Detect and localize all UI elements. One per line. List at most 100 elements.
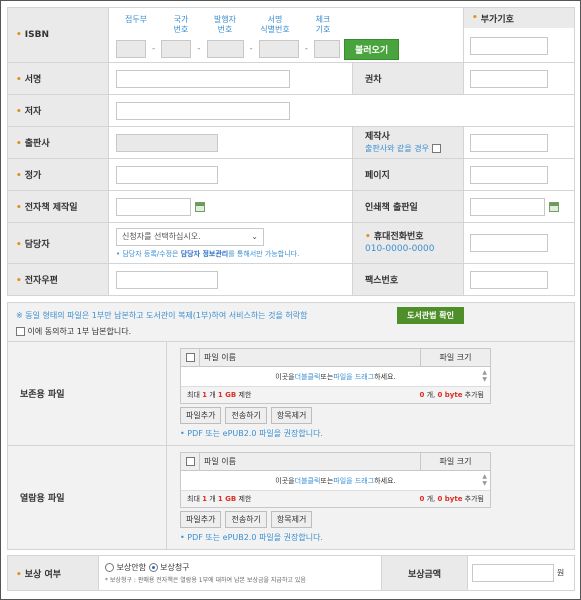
print-date-label: 인쇄책 출판일 — [352, 190, 464, 223]
file-list-header: 파일 이름 파일 크기 — [181, 349, 490, 367]
agree-checkbox[interactable] — [16, 327, 25, 336]
author-input[interactable] — [116, 101, 290, 120]
mobile-input[interactable] — [470, 234, 548, 252]
limit-text: 제한 — [236, 495, 252, 503]
isbn-title-id-label: 서명 식별번호 — [260, 14, 290, 34]
isbn-dash: - — [152, 44, 156, 54]
scrollbar-arrows-icon[interactable]: ▲ ▼ — [482, 473, 487, 487]
producer-same-checkbox[interactable] — [431, 143, 441, 153]
compensation-table: • 보상 여부 보상안함 보상청구 * 보상청구 : 판매용 전자책은 열람용 1… — [7, 555, 575, 591]
file-format-hint: • PDF 또는 ePUB2.0 파일을 권장합니다. — [180, 533, 323, 542]
pages-cell — [463, 158, 575, 191]
manager-hint-suffix: 를 통해서만 가능합니다. — [228, 249, 300, 258]
print-date-cell — [463, 190, 575, 223]
added-text: 추가됨 — [462, 495, 484, 503]
select-all-checkbox[interactable] — [185, 353, 195, 362]
fax-input[interactable] — [470, 270, 548, 289]
title-input[interactable] — [116, 69, 290, 88]
amount-cell: 원 — [467, 555, 575, 591]
compensation-options: 보상안함 보상청구 * 보상청구 : 판매용 전자책은 열람용 1부에 대하여 … — [98, 555, 382, 591]
volume-cell — [463, 62, 575, 95]
send-button[interactable]: 전송하기 — [225, 511, 267, 528]
author-cell — [108, 94, 575, 127]
remove-item-button[interactable]: 항목제거 — [270, 407, 313, 424]
price-input[interactable] — [116, 165, 218, 184]
file-drop-zone[interactable]: 이곳을 더블클릭 또는 파일을 드래그 하세요. ▲ ▼ — [181, 367, 490, 387]
col-file-name: 파일 이름 — [199, 453, 420, 470]
remove-item-button[interactable]: 항목제거 — [270, 511, 313, 528]
isbn-title-id-input[interactable] — [258, 40, 299, 58]
isbn-publisher-label: 발행자 번호 — [213, 14, 237, 34]
addon-label: • 부가기호 — [464, 8, 574, 28]
manager-info-link[interactable]: 담당자 정보관리 — [181, 250, 229, 258]
library-law-button[interactable]: 도서관법 확인 — [397, 307, 465, 324]
isbn-dash: - — [304, 44, 308, 54]
volume-label: 권차 — [352, 62, 464, 95]
calendar-icon[interactable] — [195, 201, 205, 212]
amount-label: 보상금액 — [381, 555, 468, 591]
producer-cell — [463, 126, 575, 159]
addon-cell: • 부가기호 — [463, 7, 575, 63]
select-all-checkbox[interactable] — [185, 457, 195, 466]
file-drop-zone[interactable]: 이곳을 더블클릭 또는 파일을 드래그 하세요. ▲ ▼ — [181, 471, 490, 491]
viewing-file-label: 열람용 파일 — [7, 445, 167, 550]
publisher-input — [116, 133, 218, 152]
author-label: • 저자 — [7, 94, 109, 127]
publisher-cell — [108, 126, 353, 159]
isbn-prefix-input[interactable] — [116, 40, 146, 58]
amount-unit: 원 — [556, 568, 565, 578]
compensation-no-radio[interactable] — [105, 563, 114, 572]
isbn-publisher-input[interactable] — [206, 40, 244, 58]
drop-text: 하세요. — [374, 372, 396, 381]
fax-label: 팩스번호 — [352, 263, 464, 296]
send-button[interactable]: 전송하기 — [225, 407, 267, 424]
volume-input[interactable] — [470, 69, 548, 88]
scrollbar-arrows-icon[interactable]: ▲ ▼ — [482, 369, 487, 383]
addon-input[interactable] — [470, 37, 548, 55]
fax-cell — [463, 263, 575, 296]
isbn-inputs: - - - - 불러오기 — [116, 38, 457, 60]
ebook-date-input[interactable] — [116, 197, 191, 216]
preservation-file-label: 보존용 파일 — [7, 341, 167, 446]
limit-size: 1 GB — [217, 495, 237, 503]
producer-input[interactable] — [470, 133, 548, 152]
isbn-segment-labels: 접두부 국가 번호 발행자 번호 서명 식별번호 체크 기호 — [116, 15, 457, 35]
added-text: 개, — [424, 391, 438, 399]
file-status-bar: 최대 1 개 1 GB 제한 0 개, 0 byte 추가됨 — [181, 491, 490, 507]
isbn-dash: - — [249, 44, 253, 54]
file-list-header: 파일 이름 파일 크기 — [181, 453, 490, 471]
notice-text: ※ 동일 형태의 파일은 1부만 납본하고 도서관이 복제(1부)하여 서비스하… — [16, 311, 308, 320]
postcode-input[interactable] — [116, 270, 218, 289]
compensation-yes-label: 보상청구 — [160, 563, 190, 572]
manager-select-value: 신청자를 선택하십시오. — [122, 232, 201, 241]
manager-select[interactable]: 신청자를 선택하십시오. ⌄ — [116, 227, 264, 246]
print-date-input[interactable] — [470, 197, 545, 216]
fetch-button[interactable]: 불러오기 — [344, 38, 400, 60]
add-file-button[interactable]: 파일추가 — [180, 407, 222, 424]
file-format-hint: • PDF 또는 ePUB2.0 파일을 권장합니다. — [180, 429, 323, 438]
ebook-date-cell — [108, 190, 353, 223]
viewing-file-box[interactable]: 파일 이름 파일 크기 이곳을 더블클릭 또는 파일을 드래그 하세요. ▲ ▼ … — [180, 452, 491, 508]
isbn-country-input[interactable] — [161, 40, 192, 58]
manager-cell: 신청자를 선택하십시오. ⌄ • 담당자 등록/수정은 담당자 정보관리를 통해서… — [108, 222, 353, 264]
isbn-country-label: 국가 번호 — [173, 14, 189, 34]
add-file-button[interactable]: 파일추가 — [180, 511, 222, 528]
isbn-check-input[interactable] — [314, 40, 340, 58]
added-size: 0 byte — [437, 495, 463, 503]
calendar-icon[interactable] — [549, 201, 559, 212]
compensation-yes-radio[interactable] — [148, 563, 158, 572]
pages-input[interactable] — [470, 165, 548, 184]
agree-label: 이에 동의하고 1부 납본합니다. — [27, 327, 132, 336]
producer-same-label: 출판사와 같을 경우 — [365, 143, 429, 153]
mobile-label: 휴대전화번호 — [373, 232, 424, 242]
compensation-label: • 보상 여부 — [7, 555, 99, 591]
mobile-placeholder: 010-0000-0000 — [365, 244, 435, 254]
preservation-file-cell: 파일 이름 파일 크기 이곳을 더블클릭 또는 파일을 드래그 하세요. ▲ ▼ … — [165, 341, 576, 446]
drop-text: 이곳을 — [275, 476, 295, 485]
col-file-size: 파일 크기 — [420, 453, 490, 470]
limit-size: 1 GB — [217, 391, 237, 399]
preservation-file-box[interactable]: 파일 이름 파일 크기 이곳을 더블클릭 또는 파일을 드래그 하세요. ▲ ▼ … — [180, 348, 491, 404]
limit-text: 최대 — [187, 391, 203, 399]
producer-label: 제작사 — [365, 131, 390, 142]
amount-input[interactable] — [472, 564, 554, 582]
